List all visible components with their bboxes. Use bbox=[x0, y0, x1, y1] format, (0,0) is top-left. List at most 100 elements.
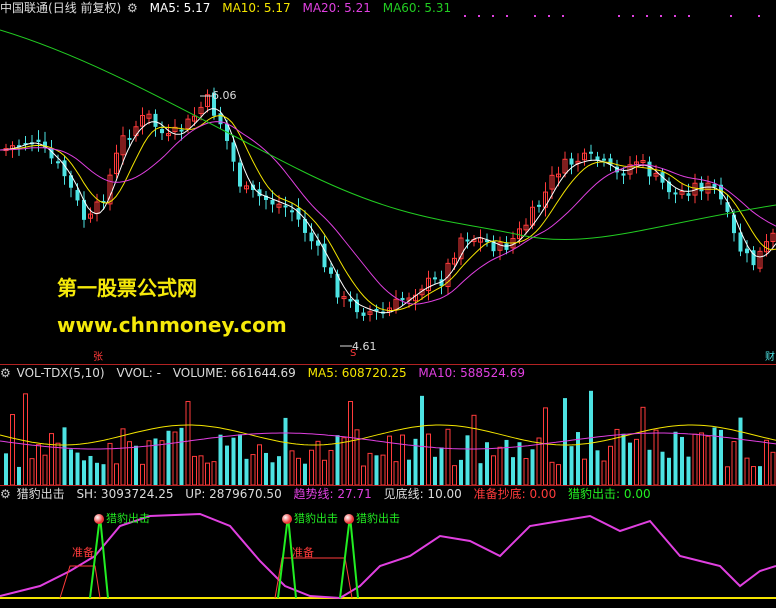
indicator-chart[interactable] bbox=[0, 486, 776, 608]
volume-bar bbox=[374, 455, 379, 485]
candle-body bbox=[745, 248, 749, 254]
volume-bar bbox=[88, 455, 93, 485]
signal-2: 猎豹出击 bbox=[282, 510, 338, 526]
right-edge-char: 财 bbox=[765, 352, 775, 363]
signal-dot bbox=[548, 15, 550, 17]
volume-bar bbox=[445, 428, 451, 485]
signal-3: 猎豹出击 bbox=[344, 510, 400, 526]
indicator-header: ⚙ 猎豹出击 SH: 3093724.25 UP: 2879670.50 趋势线… bbox=[0, 486, 659, 502]
candle-body bbox=[621, 173, 626, 176]
volume-bar bbox=[270, 462, 275, 485]
candle-body bbox=[465, 239, 470, 242]
volume-bar bbox=[114, 463, 119, 485]
indicator-panel[interactable]: ⚙ 猎豹出击 SH: 3093724.25 UP: 2879670.50 趋势线… bbox=[0, 486, 776, 608]
high-price-label: 6.06 bbox=[212, 89, 237, 102]
vvol-value: VVOL: - bbox=[116, 366, 161, 380]
candle-body bbox=[504, 243, 509, 250]
volume-bar bbox=[621, 433, 626, 485]
candle-body bbox=[36, 139, 41, 142]
volume-bar bbox=[289, 450, 295, 485]
volume-bar bbox=[705, 435, 711, 485]
volume-bar bbox=[744, 457, 750, 485]
volume-bar bbox=[62, 427, 67, 485]
candle-body bbox=[348, 299, 353, 302]
ma60-line bbox=[0, 29, 776, 241]
volume-bar bbox=[692, 433, 698, 485]
candle-body bbox=[673, 192, 678, 195]
indicator-settings-icon[interactable]: ⚙ bbox=[0, 487, 11, 501]
volume-bar bbox=[198, 455, 204, 485]
volume-ma10: MA10: 588524.69 bbox=[418, 366, 526, 380]
volume-bar bbox=[640, 406, 646, 485]
volume-bar bbox=[517, 442, 522, 485]
volume-bar bbox=[172, 431, 178, 485]
volume-bar bbox=[582, 458, 587, 485]
candle-body bbox=[179, 129, 184, 132]
volume-bar bbox=[680, 436, 684, 485]
signal-ball-icon bbox=[344, 514, 354, 524]
prepare-label-2: 准备 bbox=[292, 546, 314, 559]
volume-bar bbox=[231, 437, 236, 485]
volume-bar bbox=[660, 451, 665, 485]
volume-bar bbox=[341, 437, 347, 485]
volume-header: ⚙ VOL-TDX(5,10) VVOL: - VOLUME: 661644.6… bbox=[0, 365, 533, 381]
settings-icon[interactable]: ⚙ bbox=[127, 1, 138, 15]
signal-dot bbox=[730, 15, 732, 17]
volume-bar bbox=[264, 452, 268, 485]
volume-bar bbox=[315, 440, 321, 485]
volume-bar bbox=[328, 449, 334, 485]
candle-body bbox=[153, 113, 158, 127]
volume-bar bbox=[211, 461, 217, 485]
volume-bar bbox=[634, 438, 639, 485]
volume-bar bbox=[497, 446, 503, 485]
candle-body bbox=[738, 232, 743, 252]
volume-bar bbox=[75, 452, 80, 485]
candle-body bbox=[56, 161, 60, 164]
strike-value: 猎豹出击: 0.00 bbox=[568, 487, 651, 501]
marker-zhang: 张 bbox=[93, 352, 103, 363]
up-value: UP: 2879670.50 bbox=[185, 487, 282, 501]
volume-bar bbox=[29, 458, 35, 485]
signal-dot bbox=[632, 15, 634, 17]
volume-bar bbox=[471, 414, 477, 485]
signal-dot bbox=[534, 15, 536, 17]
volume-bar bbox=[146, 440, 152, 485]
candle-body bbox=[75, 190, 80, 201]
candle-body bbox=[127, 137, 132, 140]
volume-bar bbox=[770, 451, 776, 485]
signal-dot bbox=[758, 15, 760, 17]
volume-bar bbox=[601, 460, 607, 485]
ma5-value: MA5: 5.17 bbox=[149, 1, 211, 15]
volume-bar bbox=[23, 393, 28, 485]
volume-bar bbox=[549, 461, 555, 485]
volume-bar bbox=[179, 427, 184, 485]
volume-panel[interactable]: ⚙ VOL-TDX(5,10) VVOL: - VOLUME: 661644.6… bbox=[0, 365, 776, 485]
signal-dot bbox=[646, 15, 648, 17]
volume-bar bbox=[361, 465, 366, 485]
strike-spike-3 bbox=[339, 515, 359, 599]
volume-bar bbox=[10, 414, 15, 485]
signal-dot bbox=[674, 15, 676, 17]
volume-bar bbox=[647, 449, 652, 485]
candle-body bbox=[270, 199, 275, 205]
volume-bar bbox=[699, 432, 704, 485]
volume-bar bbox=[4, 453, 8, 485]
sh-value: SH: 3093724.25 bbox=[76, 487, 174, 501]
volume-bar bbox=[120, 428, 126, 485]
candlestick-chart[interactable] bbox=[0, 0, 776, 364]
candle-body bbox=[433, 277, 437, 280]
candle-body bbox=[231, 142, 236, 162]
candle-body bbox=[569, 158, 574, 165]
price-panel[interactable]: 中国联通(日线 前复权) ⚙ MA5: 5.17 MA10: 5.17 MA20… bbox=[0, 0, 776, 364]
candle-body bbox=[589, 151, 593, 154]
signal-dot bbox=[562, 15, 564, 17]
volume-settings-icon[interactable]: ⚙ bbox=[0, 366, 11, 380]
volume-bar bbox=[55, 442, 61, 485]
candle-body bbox=[329, 267, 333, 274]
volume-bar bbox=[511, 457, 515, 485]
signal-dot bbox=[478, 15, 480, 17]
volume-bar bbox=[107, 442, 113, 485]
volume-bar bbox=[569, 446, 574, 485]
volume-chart[interactable] bbox=[0, 365, 776, 485]
trend-value: 趋势线: 27.71 bbox=[293, 487, 372, 501]
